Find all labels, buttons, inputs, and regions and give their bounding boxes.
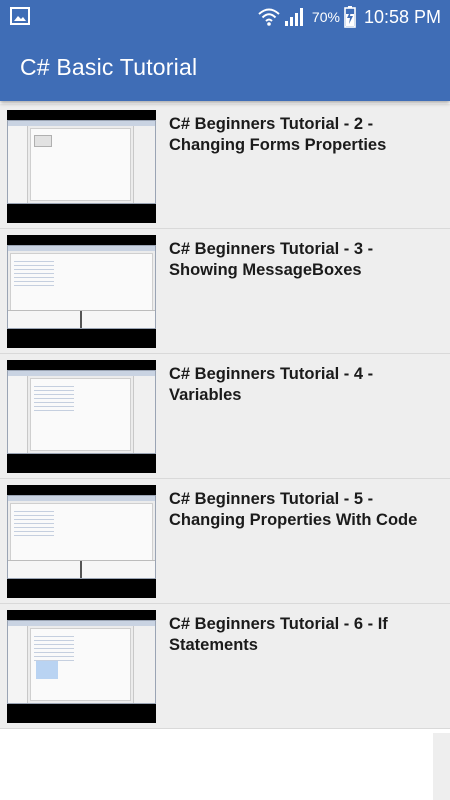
video-thumbnail (7, 485, 156, 598)
video-title: C# Beginners Tutorial - 4 - Variables (169, 365, 374, 404)
video-list: C# Beginners Tutorial - 2 - Changing For… (0, 104, 450, 729)
gallery-icon (10, 7, 30, 25)
list-end-area (0, 733, 433, 800)
video-title: C# Beginners Tutorial - 6 - If Statement… (169, 615, 388, 654)
battery-percent: 70% (311, 9, 340, 25)
video-list-item[interactable]: C# Beginners Tutorial - 3 - Showing Mess… (0, 229, 450, 354)
status-bar: 70% 10:58 PM (0, 0, 450, 34)
video-title: C# Beginners Tutorial - 3 - Showing Mess… (169, 240, 374, 279)
video-thumbnail (7, 235, 156, 348)
clock: 10:58 PM (363, 6, 441, 27)
battery-charging-icon (344, 6, 356, 28)
video-thumbnail (7, 610, 156, 723)
video-list-item[interactable]: C# Beginners Tutorial - 6 - If Statement… (0, 604, 450, 729)
app-bar: 70% 10:58 PM C# Basic Tutorial (0, 0, 450, 101)
signal-icon (284, 8, 303, 26)
video-list-item[interactable]: C# Beginners Tutorial - 5 - Changing Pro… (0, 479, 450, 604)
scroll-edge (433, 733, 450, 800)
wifi-icon (258, 8, 280, 26)
app-title: C# Basic Tutorial (20, 54, 198, 80)
video-title: C# Beginners Tutorial - 2 - Changing For… (169, 115, 387, 154)
video-thumbnail (7, 110, 156, 223)
video-list-item[interactable]: C# Beginners Tutorial - 4 - Variables (0, 354, 450, 479)
video-title: C# Beginners Tutorial - 5 - Changing Pro… (169, 490, 418, 529)
video-list-item[interactable]: C# Beginners Tutorial - 2 - Changing For… (0, 104, 450, 229)
video-thumbnail (7, 360, 156, 473)
